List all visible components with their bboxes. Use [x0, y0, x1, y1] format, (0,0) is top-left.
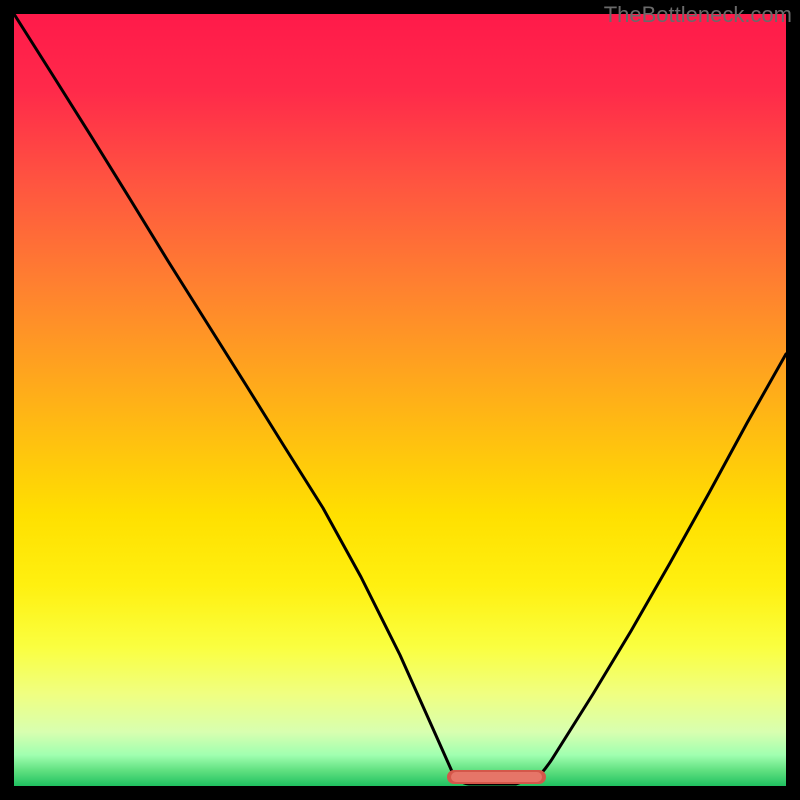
watermark-text: TheBottleneck.com — [604, 2, 792, 28]
curve-layer — [14, 14, 786, 786]
bottleneck-curve — [14, 14, 786, 784]
chart-container: TheBottleneck.com — [0, 0, 800, 800]
